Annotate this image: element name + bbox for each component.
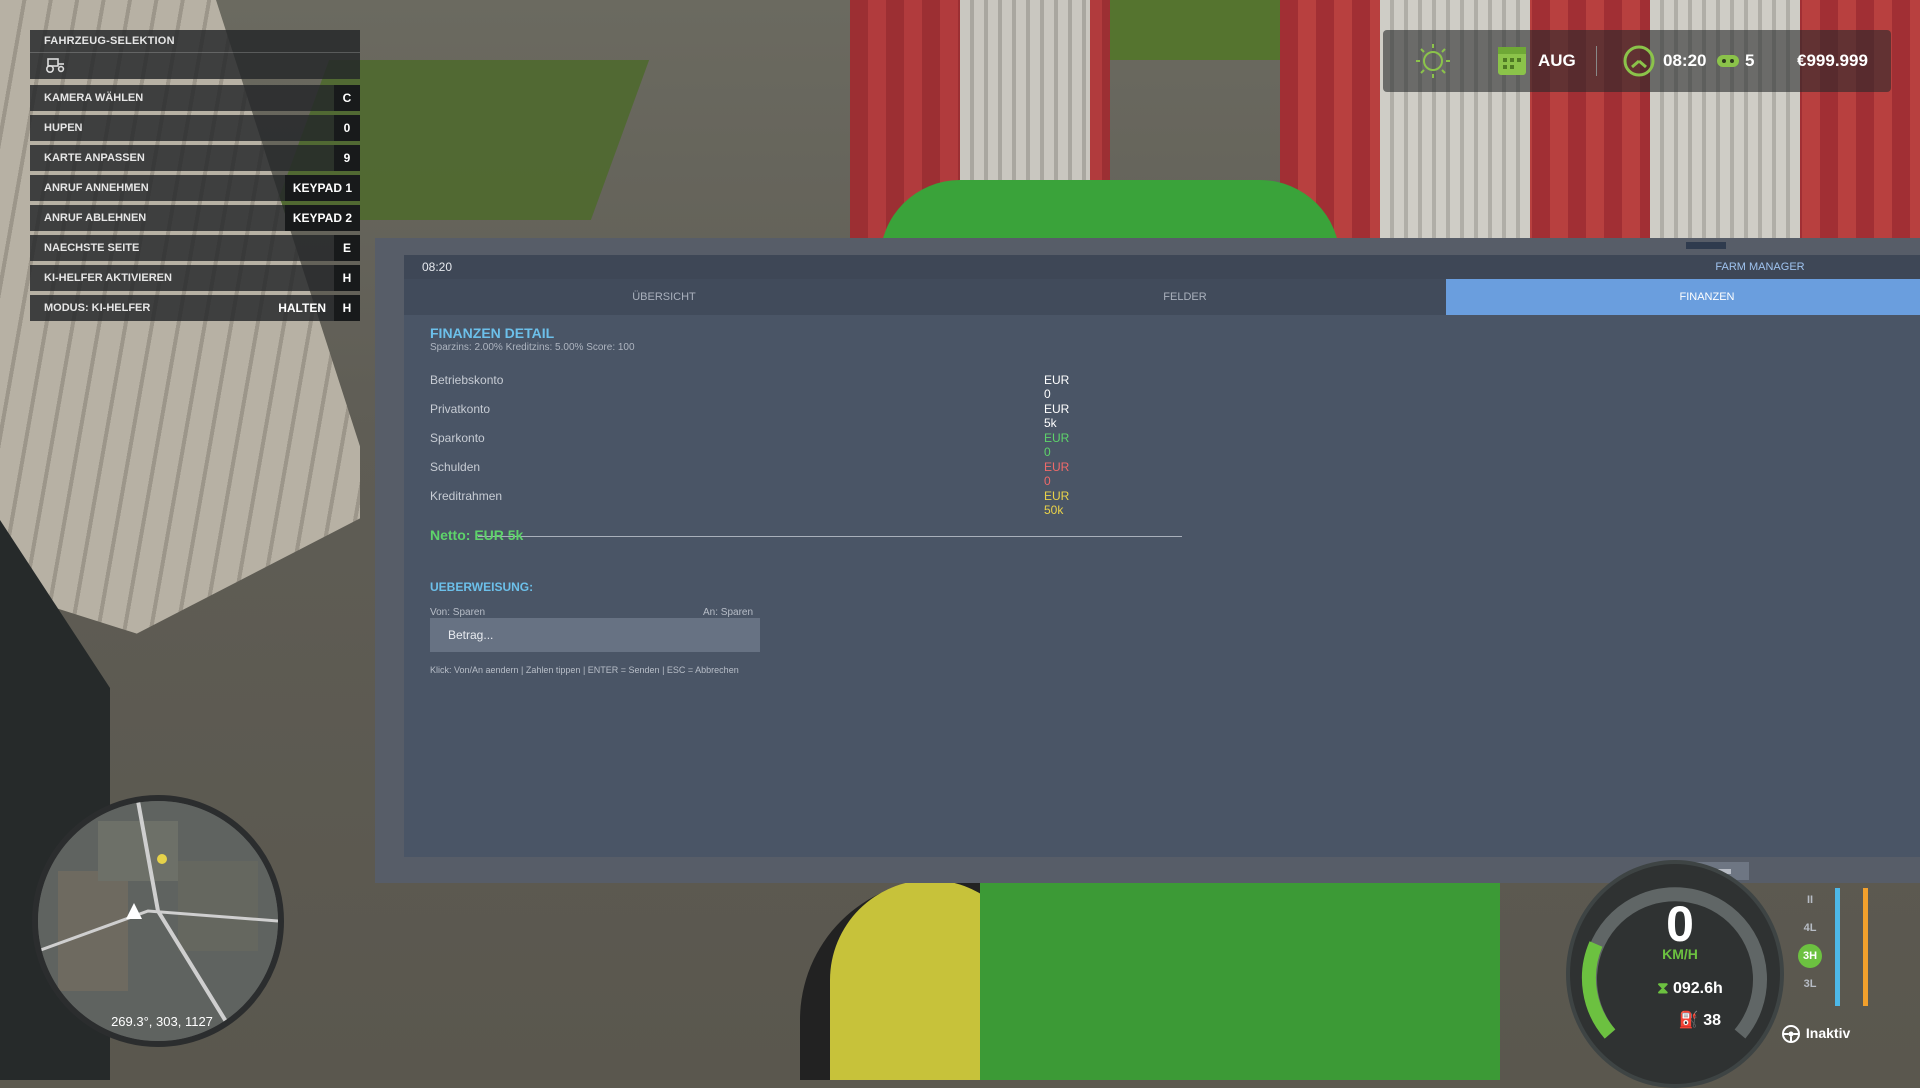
keybind-label: KAMERA WÄHLEN [44,92,144,104]
keybind-key: H [334,295,360,321]
gear-selector: II 4L 3H 3L [1796,886,1824,998]
money-label: €999.999 [1797,51,1868,70]
tab-overview[interactable]: ÜBERSICHT [404,279,924,315]
row-label-kreditrahmen: Kreditrahmen [430,489,503,503]
transfer-title: UEBERWEISUNG: [430,580,534,594]
weather-sun-icon [1413,30,1453,92]
tab-finances[interactable]: FINANZEN [1446,279,1920,315]
minimap[interactable] [32,795,284,1047]
operating-hours-value: 092.6h [1672,980,1723,997]
keybind-label: NAECHSTE SEITE [44,242,140,254]
gear-label: 4L [1803,922,1817,934]
def-level-bar [1835,888,1840,1006]
keybind-list: FAHRZEUG-SELEKTION KAMERA WÄHLEN C HUPEN 0… [30,30,360,325]
netto-value: Netto: EUR 5k [430,527,524,543]
row-value-sparkonto: EUR 0 [1044,431,1070,459]
keybind-horn: HUPEN 0 [30,115,360,141]
keybind-next-page: NAECHSTE SEITE E [30,235,360,261]
keybind-key: E [334,235,360,261]
cruise-control-status: Inaktiv [1780,1020,1908,1046]
row-label-sparkonto: Sparkonto [430,431,485,445]
netto-divider [478,536,1182,537]
minimap-coordinates: 269.3°, 303, 1127 [111,1014,213,1029]
keybind-hold-label: HALTEN [278,301,326,315]
steering-wheel-icon [1780,1025,1806,1044]
fuel-icon: ⛽ [1678,1012,1699,1029]
month-label: AUG [1538,51,1576,70]
keybind-key: KEYPAD 1 [284,175,360,201]
fuel-value: 38 [1703,1012,1722,1029]
vehicle-select-row[interactable] [30,52,360,79]
time-label: 08:20 [1663,51,1707,70]
row-value-kreditrahmen: EUR 50k [1044,489,1070,517]
keybind-camera: KAMERA WÄHLEN C [30,85,360,111]
panel-drag-handle[interactable] [1686,242,1726,249]
speed-value: 0 [1666,896,1694,952]
keybind-label: HUPEN [44,122,83,134]
hourglass-icon: ⧗ [1657,980,1669,997]
gear-label: 3L [1803,978,1817,990]
top-hud: AUG 08:20 5 €999.999 [1383,30,1891,92]
minimap-terrain [38,801,278,1041]
row-value-schulden: EUR 0 [1044,460,1070,488]
keybind-key: KEYPAD 2 [284,205,360,231]
row-label-schulden: Schulden [430,460,481,474]
app-title: FARM MANAGER [1715,261,1805,273]
calendar-icon [1495,30,1529,92]
keybind-label: KI-HELFER AKTIVIEREN [44,272,172,284]
row-label-betriebskonto: Betriebskonto [430,373,504,387]
helper-count: 5 [1745,51,1755,70]
tab-fields[interactable]: FELDER [924,279,1446,315]
speed-unit: KM/H [1662,946,1698,962]
helper-icon [1715,30,1741,92]
keybind-mode: MODUS: KI-HELFER HALTEN H [30,295,360,321]
gear-label: II [1806,894,1814,906]
keybind-accept-call: ANRUF ANNEHMEN KEYPAD 1 [30,175,360,201]
keybind-label: ANRUF ABLEHNEN [44,212,147,224]
keybind-key: H [334,265,360,291]
tractor-body [980,880,1500,1080]
panel-clock: 08:20 [422,260,453,274]
keybind-key: C [334,85,360,111]
keybind-key: 0 [334,115,360,141]
transfer-to-selector[interactable]: An: Sparen [703,607,753,618]
row-value-privatkonto: EUR 5k [1044,402,1070,430]
transfer-from-selector[interactable]: Von: Sparen [430,607,485,618]
clock-icon [1621,30,1657,92]
finance-title: FINANZEN DETAIL [430,325,555,341]
tractor-icon [45,58,65,74]
panel-topbar: 08:20 FARM MANAGER [404,255,1920,279]
fuel-level: ⛽ 38 [1650,1010,1750,1030]
fuel-level-bar [1863,888,1868,1006]
keybind-ai-helper: KI-HELFER AKTIVIEREN H [30,265,360,291]
keybind-header: FAHRZEUG-SELEKTION [30,30,360,52]
tab-bar: ÜBERSICHT FELDER FINANZEN [404,279,1920,315]
keybind-label: ANRUF ANNEHMEN [44,182,149,194]
transfer-help-text: Klick: Von/An aendern | Zahlen tippen | … [430,665,739,675]
row-value-betriebskonto: EUR 0 [1044,373,1070,401]
transfer-amount-input[interactable]: Betrag... [430,618,760,652]
gear-label-active: 3H [1798,944,1822,968]
farm-manager-panel: 08:20 FARM MANAGER ÜBERSICHT FELDER FINA… [404,255,1920,857]
row-label-privatkonto: Privatkonto [430,402,491,416]
keybind-map: KARTE ANPASSEN 9 [30,145,360,171]
finance-subtitle: Sparzins: 2.00% Kreditzins: 5.00% Score:… [430,342,635,353]
cruise-status-label: Inaktiv [1805,1025,1851,1041]
keybind-key: 9 [334,145,360,171]
hud-divider [1596,46,1597,76]
keybind-label: KARTE ANPASSEN [44,152,145,164]
keybind-decline-call: ANRUF ABLEHNEN KEYPAD 2 [30,205,360,231]
keybind-label: MODUS: KI-HELFER [44,302,151,314]
operating-hours: ⧗ 092.6h [1630,980,1750,998]
